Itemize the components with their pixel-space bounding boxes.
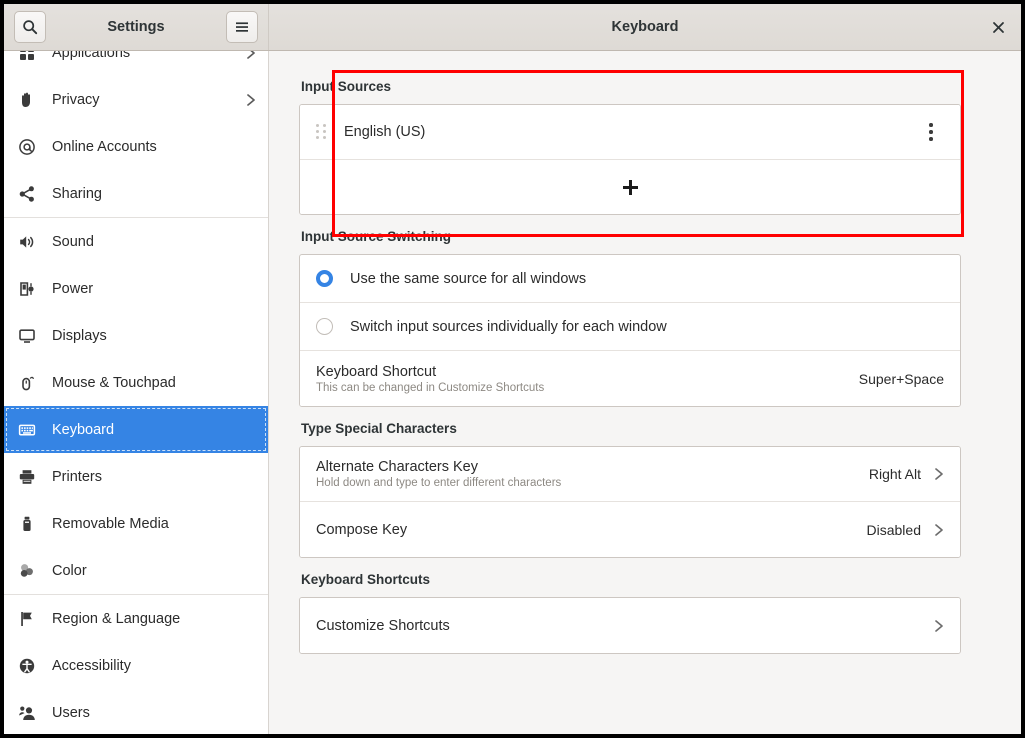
alternate-characters-key-row[interactable]: Alternate Characters Key Hold down and t… xyxy=(300,447,960,502)
sidebar-item-keyboard[interactable]: Keyboard xyxy=(4,406,268,453)
window-body: Applications Privacy Online Accounts Sharin… xyxy=(4,51,1021,734)
mouse-icon xyxy=(18,374,44,392)
sidebar-item-mouse-touchpad[interactable]: Mouse & Touchpad xyxy=(4,359,268,406)
sidebar-item-label: Displays xyxy=(52,327,107,344)
compose-key-title: Compose Key xyxy=(316,521,408,538)
compose-key-value: Disabled xyxy=(866,521,921,538)
sidebar-item-label: Applications xyxy=(52,51,131,61)
input-source-row[interactable]: English (US) xyxy=(300,105,960,160)
sidebar-item-power[interactable]: Power xyxy=(4,265,268,312)
sidebar-item-accessibility[interactable]: Accessibility xyxy=(4,642,268,689)
keyboard-shortcut-title: Keyboard Shortcut xyxy=(316,363,437,380)
keyboard-shortcuts-card: Customize Shortcuts xyxy=(299,597,961,654)
sidebar-header: Settings xyxy=(4,4,269,50)
sidebar-item-label: Removable Media xyxy=(52,515,169,532)
input-source-label: English (US) xyxy=(344,124,426,140)
close-icon xyxy=(992,21,1005,34)
radio-row-per-window[interactable]: Switch input sources individually for ea… xyxy=(300,303,960,351)
sidebar-item-sharing[interactable]: Sharing xyxy=(4,170,268,217)
settings-sidebar: Applications Privacy Online Accounts Sharin… xyxy=(4,51,269,734)
sidebar-item-sound[interactable]: Sound xyxy=(4,218,268,265)
chevron-right-icon xyxy=(934,466,944,482)
keyboard-icon xyxy=(18,421,44,439)
sidebar-item-label: Printers xyxy=(52,468,102,485)
users-icon xyxy=(18,704,44,722)
at-sign-icon xyxy=(18,138,44,156)
hamburger-menu-button[interactable] xyxy=(226,11,258,43)
alternate-characters-key-value: Right Alt xyxy=(868,466,921,482)
sidebar-item-printers[interactable]: Printers xyxy=(4,453,268,500)
sidebar-item-label: Sharing xyxy=(52,185,102,202)
chevron-right-icon xyxy=(246,92,256,108)
input-sources-heading: Input Sources xyxy=(301,79,392,94)
close-button[interactable] xyxy=(987,16,1009,38)
radio-button-selected-icon[interactable] xyxy=(316,270,333,287)
radio-row-same-source[interactable]: Use the same source for all windows xyxy=(300,255,960,303)
sidebar-item-color[interactable]: Color xyxy=(4,547,268,594)
plus-icon xyxy=(622,179,638,195)
sidebar-item-privacy[interactable]: Privacy xyxy=(4,76,268,123)
page-title: Keyboard xyxy=(611,19,679,35)
accessibility-icon xyxy=(18,657,44,675)
kebab-menu-icon[interactable] xyxy=(918,117,944,147)
sidebar-item-region-language[interactable]: Region & Language xyxy=(4,595,268,642)
sidebar-item-label: Online Accounts xyxy=(52,138,157,155)
keyboard-shortcut-value: Super+Space xyxy=(858,370,944,387)
content-header: Keyboard xyxy=(269,4,1021,50)
hand-privacy-icon xyxy=(18,91,44,109)
sidebar-item-label: Keyboard xyxy=(52,421,115,438)
battery-power-icon xyxy=(18,280,44,298)
display-monitor-icon xyxy=(18,327,44,345)
keyboard-shortcut-subtitle: This can be changed in Customize Shortcu… xyxy=(316,381,545,394)
chevron-right-icon xyxy=(934,618,944,634)
sidebar-item-label: Region & Language xyxy=(52,610,181,627)
hamburger-menu-icon xyxy=(234,19,250,35)
input-sources-card: English (US) xyxy=(299,104,961,215)
share-nodes-icon xyxy=(18,185,44,203)
alternate-characters-key-subtitle: Hold down and type to enter different ch… xyxy=(316,477,562,489)
chevron-right-icon xyxy=(934,522,944,538)
add-input-source-button[interactable] xyxy=(300,160,960,214)
compose-key-row[interactable]: Compose Key Disabled xyxy=(300,502,960,557)
search-button[interactable] xyxy=(14,11,46,43)
input-source-switching-card: Use the same source for all windows Swit… xyxy=(299,254,961,407)
color-circles-icon xyxy=(18,562,44,580)
radio-button-unselected-icon[interactable] xyxy=(316,318,333,335)
search-icon xyxy=(22,19,38,35)
keyboard-settings-panel: Input Sources English (US) Input Source … xyxy=(269,51,1021,734)
sidebar-item-users[interactable]: Users xyxy=(4,689,268,734)
customize-shortcuts-row[interactable]: Customize Shortcuts xyxy=(300,598,960,653)
keyboard-shortcut-row: Keyboard Shortcut This can be changed in… xyxy=(300,351,960,406)
sidebar-item-label: Mouse & Touchpad xyxy=(52,374,176,391)
header-bar: Settings Keyboard xyxy=(4,4,1021,51)
chevron-right-icon xyxy=(246,51,256,61)
radio-label-same-source: Use the same source for all windows xyxy=(350,270,587,287)
printer-icon xyxy=(18,468,44,486)
input-source-switching-heading: Input Source Switching xyxy=(301,229,452,244)
sidebar-item-online-accounts[interactable]: Online Accounts xyxy=(4,123,268,170)
settings-window: Settings Keyboard Applications Privacy O… xyxy=(4,4,1021,734)
sidebar-item-label: Sound xyxy=(52,233,94,250)
type-special-characters-heading: Type Special Characters xyxy=(301,421,457,436)
usb-drive-icon xyxy=(18,515,44,533)
type-special-characters-card: Alternate Characters Key Hold down and t… xyxy=(299,446,961,558)
applications-icon xyxy=(18,51,44,62)
alternate-characters-key-title: Alternate Characters Key xyxy=(316,459,478,475)
flag-icon xyxy=(18,610,44,628)
sidebar-item-applications[interactable]: Applications xyxy=(4,51,268,76)
sidebar-item-removable-media[interactable]: Removable Media xyxy=(4,500,268,547)
sidebar-item-displays[interactable]: Displays xyxy=(4,312,268,359)
sidebar-item-label: Privacy xyxy=(52,91,100,108)
customize-shortcuts-title: Customize Shortcuts xyxy=(316,617,450,634)
sidebar-list[interactable]: Applications Privacy Online Accounts Sharin… xyxy=(4,51,268,734)
keyboard-shortcuts-heading: Keyboard Shortcuts xyxy=(301,572,431,587)
sidebar-item-label: Color xyxy=(52,562,87,579)
speaker-icon xyxy=(18,233,44,251)
sidebar-item-label: Users xyxy=(52,704,90,721)
sidebar-item-label: Power xyxy=(52,280,94,297)
radio-label-per-window: Switch input sources individually for ea… xyxy=(350,318,667,335)
sidebar-item-label: Accessibility xyxy=(52,657,131,674)
drag-handle-icon[interactable] xyxy=(316,123,327,141)
